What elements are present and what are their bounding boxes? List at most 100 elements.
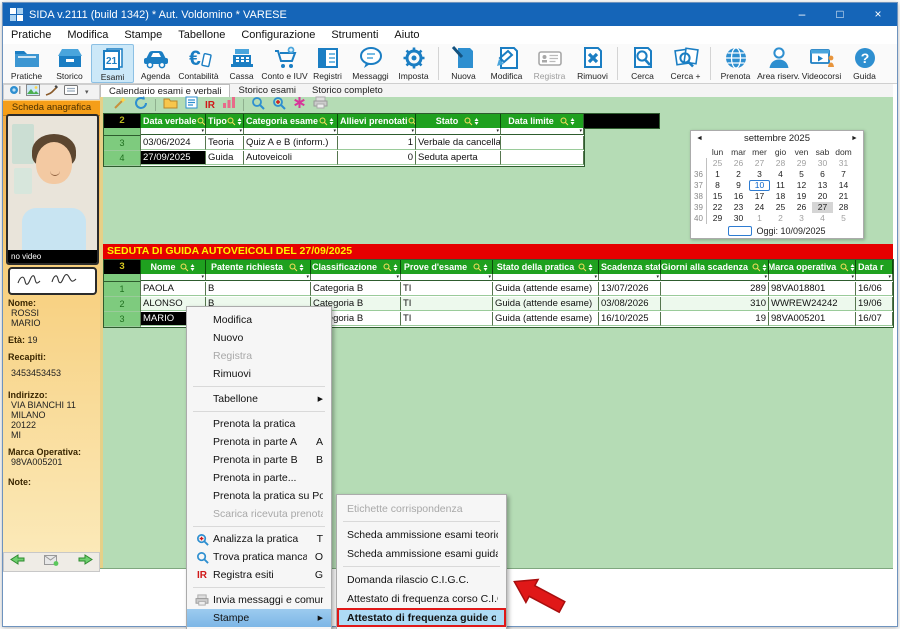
submenu-item-domanda-cigc[interactable]: Domanda rilascio C.I.G.C. — [337, 570, 506, 589]
toolbar-button-contabilita[interactable]: € Contabilità — [177, 44, 220, 83]
cell-patente[interactable]: B — [206, 282, 311, 296]
calendar-day[interactable]: 5 — [833, 213, 854, 224]
filter-cell[interactable]: ▾ — [856, 274, 893, 281]
scanner-dropdown-icon[interactable]: ▾ — [85, 88, 89, 96]
calendar-day[interactable]: 18 — [770, 191, 791, 202]
toolbar-button-prenota[interactable]: Prenota — [714, 44, 757, 83]
filter-cell[interactable]: ▾ — [141, 274, 206, 281]
webcam-lens-icon[interactable] — [9, 83, 21, 101]
cell-scadenza[interactable]: 03/08/2026 — [599, 297, 661, 311]
toolbar-button-nuova[interactable]: Nuova — [442, 44, 485, 83]
filter-cell[interactable]: ▾ — [416, 128, 501, 135]
menu-item-tabellone[interactable]: Tabellone▶ — [187, 390, 331, 408]
calendar-day[interactable]: 17 — [749, 191, 770, 202]
menu-item-prenota-la-pratica[interactable]: Prenota la pratica — [187, 415, 331, 433]
menu-strumenti[interactable]: Strumenti — [323, 29, 386, 41]
cell-categoria[interactable]: Quiz A e B (inform.) — [244, 136, 338, 150]
row-number[interactable]: 3 — [104, 136, 141, 151]
filter-cell[interactable]: ▾ — [661, 274, 769, 281]
calendar-day[interactable]: 14 — [833, 180, 854, 191]
calendar-day[interactable]: 13 — [812, 180, 833, 191]
column-header-stato[interactable]: Stato — [416, 114, 501, 128]
toolbar-button-modifica[interactable]: Modifica — [485, 44, 528, 83]
toolbar-button-agenda[interactable]: Agenda — [134, 44, 177, 83]
toolbar-button-pratiche[interactable]: Pratiche — [5, 44, 48, 83]
cell-stato[interactable]: Verbale da cancellare — [416, 136, 501, 150]
toolbar-button-cerca[interactable]: Cerca — [621, 44, 664, 83]
menu-item-modifica[interactable]: Modifica — [187, 311, 331, 329]
column-header-allievi-prenotati[interactable]: Allievi prenotati — [338, 114, 416, 128]
previous-record-arrow-icon[interactable] — [10, 553, 26, 571]
row-number[interactable]: 3 — [104, 312, 141, 327]
calendar-day[interactable]: 26 — [791, 202, 812, 213]
filter-cell[interactable]: ▾ — [769, 274, 856, 281]
calendar-day[interactable]: 4 — [812, 213, 833, 224]
cell-data-verbale[interactable]: 03/06/2024 — [141, 136, 206, 150]
calendar-day[interactable]: 11 — [770, 180, 791, 191]
menu-item-analizza-pratica[interactable]: Analizza la praticaT — [187, 530, 331, 548]
calendar-next-icon[interactable]: ► — [851, 135, 858, 142]
calendar-day[interactable]: 1 — [749, 213, 770, 224]
cell-marca[interactable]: WWREW24242 — [769, 297, 856, 311]
filter-cell[interactable]: ▾ — [599, 274, 661, 281]
column-header-patente[interactable]: Patente richiesta — [206, 260, 311, 274]
close-button[interactable]: × — [859, 3, 897, 26]
calendar-day[interactable]: 30 — [728, 213, 749, 224]
cell-giorni[interactable]: 289 — [661, 282, 769, 296]
cell-stato-pratica[interactable]: Guida (attende esame) — [493, 282, 599, 296]
calendar-day[interactable]: 15 — [707, 191, 728, 202]
menu-pratiche[interactable]: Pratiche — [3, 29, 59, 41]
filter-cell[interactable]: ▾ — [501, 128, 584, 135]
cell-data-limite[interactable] — [501, 151, 584, 165]
calendar-day[interactable]: 25 — [707, 158, 728, 169]
toolbar-button-registri[interactable]: Registri — [306, 44, 349, 83]
calendar-day[interactable]: 27 — [749, 158, 770, 169]
menu-modifica[interactable]: Modifica — [59, 29, 116, 41]
calendar-day[interactable]: 7 — [833, 169, 854, 180]
statistics-chart-icon[interactable] — [222, 96, 236, 114]
calendar-day[interactable]: 23 — [728, 202, 749, 213]
asterisk-icon[interactable] — [293, 96, 306, 114]
calendar-day[interactable]: 25 — [770, 202, 791, 213]
calendar-day[interactable]: 5 — [791, 169, 812, 180]
calendar-day[interactable]: 4 — [770, 169, 791, 180]
column-header-giorni-scadenza[interactable]: Giorni alla scadenza — [661, 260, 769, 274]
zoom-plus-icon[interactable] — [272, 96, 286, 115]
cell-stato[interactable]: Seduta aperta — [416, 151, 501, 165]
menu-tabellone[interactable]: Tabellone — [170, 29, 233, 41]
cell-data-r[interactable]: 16/07 — [856, 312, 893, 326]
menu-item-prenota-in-parte[interactable]: Prenota in parte... — [187, 469, 331, 487]
column-header-categoria-esame[interactable]: Categoria esame — [244, 114, 338, 128]
column-header-data-r[interactable]: Data r — [856, 260, 893, 274]
filter-cell[interactable]: ▾ — [401, 274, 493, 281]
menu-item-nuovo[interactable]: Nuovo — [187, 329, 331, 347]
menu-configurazione[interactable]: Configurazione — [233, 29, 323, 41]
send-mail-icon[interactable] — [44, 553, 59, 571]
cell-stato-pratica[interactable]: Guida (attende esame) — [493, 297, 599, 311]
toolbar-button-cassa[interactable]: Cassa — [220, 44, 263, 83]
next-record-arrow-icon[interactable] — [77, 553, 93, 571]
printer-icon[interactable] — [313, 96, 328, 114]
row-number[interactable]: 2 — [104, 297, 141, 312]
calendar-prev-icon[interactable]: ◄ — [696, 135, 703, 142]
cell-data-r[interactable]: 19/06 — [856, 297, 893, 311]
submenu-item-scheda-teorici[interactable]: Scheda ammissione esami teorici — [337, 525, 506, 544]
zoom-icon[interactable] — [251, 96, 265, 115]
menu-aiuto[interactable]: Aiuto — [386, 29, 427, 41]
cell-marca[interactable]: 98VA018801 — [769, 282, 856, 296]
cell-tipo[interactable]: Guida — [206, 151, 244, 165]
row-number[interactable]: 4 — [104, 151, 141, 166]
toolbar-button-guida[interactable]: ? Guida — [843, 44, 886, 83]
calendar-day[interactable]: 22 — [707, 202, 728, 213]
column-header-tipo[interactable]: Tipo — [206, 114, 244, 128]
menu-stampe[interactable]: Stampe — [116, 29, 170, 41]
cell-allievi[interactable]: 0 — [338, 151, 416, 165]
magic-wand-icon[interactable] — [113, 96, 127, 115]
cell-scadenza[interactable]: 13/07/2026 — [599, 282, 661, 296]
calendar-day[interactable]: 29 — [707, 213, 728, 224]
calendar-day[interactable]: 31 — [833, 158, 854, 169]
row-number[interactable]: 1 — [104, 282, 141, 297]
toolbar-button-area-riservata[interactable]: Area riserv. — [757, 44, 800, 83]
toolbar-button-videocorsi[interactable]: Videocorsi — [800, 44, 843, 83]
cell-giorni[interactable]: 19 — [661, 312, 769, 326]
